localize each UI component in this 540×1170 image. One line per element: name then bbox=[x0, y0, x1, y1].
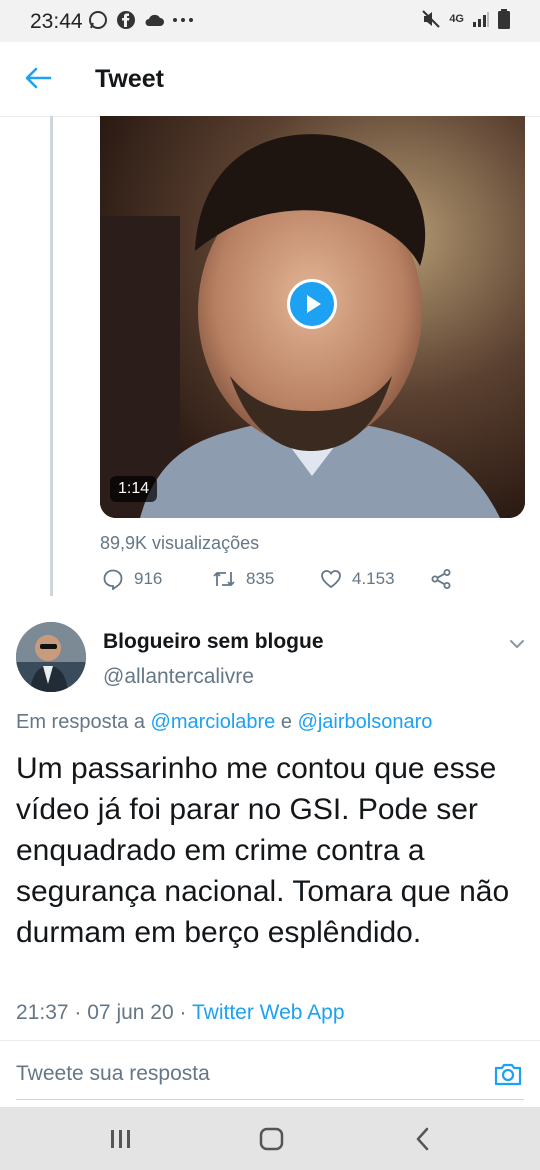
mention-link[interactable]: @jairbolsonaro bbox=[298, 711, 433, 733]
author-handle[interactable]: @allantercalivre bbox=[103, 665, 254, 689]
status-time: 23:44 bbox=[30, 10, 83, 33]
home-icon[interactable] bbox=[257, 1125, 287, 1153]
tweet-time: 21:37 bbox=[16, 1001, 69, 1024]
share-button[interactable] bbox=[430, 568, 452, 590]
notification-icons bbox=[88, 10, 194, 30]
facebook-icon bbox=[117, 11, 135, 29]
reply-composer bbox=[0, 1041, 540, 1107]
reply-input[interactable] bbox=[16, 1057, 456, 1091]
heart-icon bbox=[321, 570, 341, 589]
retweet-icon bbox=[213, 572, 235, 586]
status-bar: 23:44 4G bbox=[0, 0, 540, 42]
like-count: 4.153 bbox=[352, 569, 395, 588]
page-title: Tweet bbox=[95, 65, 164, 93]
in-reply-to: Em resposta a @marciolabre e @jairbolson… bbox=[16, 711, 432, 734]
thread-connector bbox=[50, 116, 53, 596]
battery-icon bbox=[498, 9, 510, 29]
4g-data-icon: 4G bbox=[449, 12, 464, 25]
reply-icon bbox=[103, 569, 123, 590]
mention-link[interactable]: @marciolabre bbox=[151, 711, 276, 733]
retweet-count: 835 bbox=[246, 569, 275, 588]
signal-icon bbox=[473, 12, 489, 27]
camera-icon[interactable] bbox=[493, 1059, 523, 1089]
like-button[interactable]: 4.153 bbox=[320, 568, 395, 590]
author-name[interactable]: Blogueiro sem blogue bbox=[103, 630, 324, 654]
tweet-text: Um passarinho me contou que esse vídeo j… bbox=[16, 752, 510, 949]
tweet-date: 07 jun 20 bbox=[87, 1001, 174, 1024]
meta-separator: · bbox=[74, 1001, 82, 1024]
mute-icon bbox=[422, 10, 441, 28]
recent-apps-icon[interactable] bbox=[106, 1125, 136, 1153]
more-dots-icon bbox=[173, 18, 193, 22]
avatar[interactable] bbox=[16, 622, 86, 692]
back-arrow-icon[interactable] bbox=[24, 64, 52, 92]
in-reply-conjunction: e bbox=[280, 711, 292, 733]
whatsapp-icon bbox=[89, 11, 107, 29]
video-duration: 1:14 bbox=[110, 476, 158, 502]
app-header: Tweet bbox=[0, 42, 540, 117]
tweet-source-link[interactable]: Twitter Web App bbox=[192, 1001, 345, 1024]
tweet-actions: 916 835 4.153 bbox=[100, 568, 460, 596]
avatar-photo bbox=[16, 622, 86, 692]
system-icons: 4G bbox=[421, 9, 510, 29]
tweet-meta: 21:37 · 07 jun 20 · Twitter Web App bbox=[16, 1001, 345, 1025]
in-reply-label: Em resposta a bbox=[16, 711, 145, 733]
video-player[interactable]: 1:14 bbox=[100, 116, 525, 518]
play-button[interactable] bbox=[287, 279, 337, 329]
cloud-icon bbox=[145, 14, 164, 26]
view-count: 89,9K visualizações bbox=[100, 533, 260, 553]
play-icon bbox=[307, 295, 321, 313]
system-nav-bar bbox=[0, 1107, 540, 1170]
reply-count: 916 bbox=[134, 569, 163, 588]
meta-separator: · bbox=[179, 1001, 187, 1024]
back-nav-icon[interactable] bbox=[408, 1125, 438, 1153]
reply-button[interactable]: 916 bbox=[102, 568, 162, 590]
input-underline bbox=[16, 1099, 524, 1100]
share-icon bbox=[431, 569, 451, 589]
retweet-button[interactable]: 835 bbox=[212, 568, 274, 590]
chevron-down-icon[interactable] bbox=[507, 634, 527, 654]
